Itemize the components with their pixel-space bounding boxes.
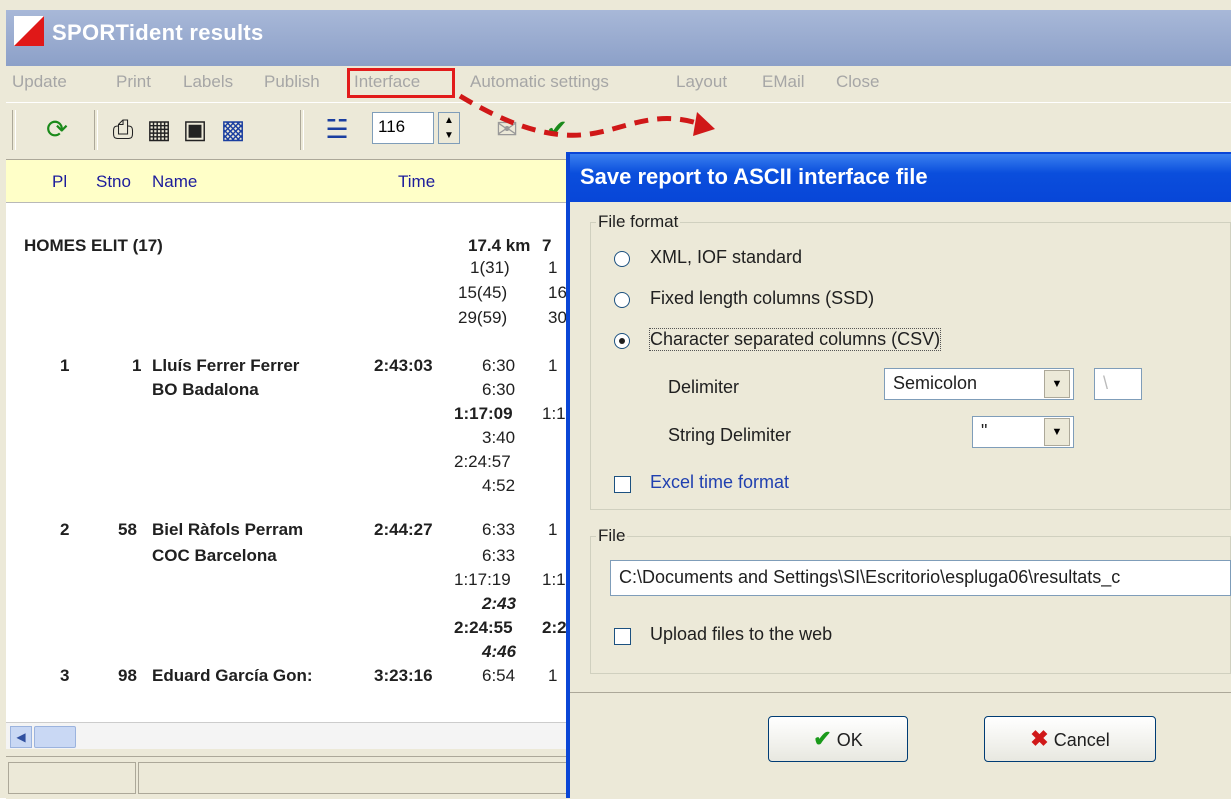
split-time: 2:24:57	[454, 452, 511, 471]
radio-fixed[interactable]	[614, 292, 630, 308]
col-stno[interactable]: Stno	[96, 172, 131, 192]
option-fixed-label[interactable]: Fixed length columns (SSD)	[650, 288, 874, 309]
app-title: SPORTident results	[52, 20, 264, 45]
export-icon[interactable]: ▣	[178, 112, 212, 146]
col-name[interactable]: Name	[152, 172, 197, 192]
filter-icon[interactable]: ☱	[320, 112, 354, 146]
excel-time-checkbox[interactable]	[614, 476, 631, 493]
split-time: 2:24:55	[454, 618, 513, 637]
table-icon[interactable]: ▦	[142, 112, 176, 146]
toolbar-separator	[94, 110, 98, 150]
control-code: 16	[548, 283, 567, 302]
split-time: 6:54	[482, 666, 516, 685]
menu-update[interactable]: Update	[12, 72, 67, 92]
option-xml-label[interactable]: XML, IOF standard	[650, 247, 802, 268]
split-time: 1:1	[542, 570, 566, 589]
runner-stno: 1	[132, 356, 142, 375]
file-format-label: File format	[596, 212, 681, 232]
option-csv-label[interactable]: Character separated columns (CSV)	[648, 328, 942, 351]
split-time: 1:17:09	[454, 404, 513, 423]
scroll-thumb[interactable]	[34, 726, 76, 748]
control-code: 15(45)	[458, 283, 508, 302]
control-code: 29(59)	[458, 308, 508, 327]
runner-stno: 58	[118, 520, 137, 539]
cancel-button-label: Cancel	[1053, 730, 1110, 750]
category-distance: 17.4 km	[468, 236, 531, 255]
toolbar-separator	[300, 110, 304, 150]
menu-print[interactable]: Print	[116, 72, 151, 92]
count-spinner[interactable]: 116	[372, 112, 434, 144]
split-time: 2:2	[542, 618, 567, 637]
category-name: HOMES ELIT (17)	[24, 236, 163, 255]
string-delimiter-label: String Delimiter	[668, 425, 792, 445]
refresh-icon[interactable]: ⟳	[40, 112, 74, 146]
runner-place: 2	[60, 520, 70, 539]
radio-csv[interactable]	[614, 333, 630, 349]
highlight-box	[347, 68, 455, 98]
horizontal-scrollbar[interactable]	[6, 722, 581, 749]
upload-checkbox[interactable]	[614, 628, 631, 645]
status-pane	[138, 762, 578, 794]
split-time: 2:43	[482, 594, 517, 613]
ok-button[interactable]: ✔ OK	[768, 716, 908, 762]
radio-xml[interactable]	[614, 251, 630, 267]
publish-icon[interactable]: ▩	[216, 112, 250, 146]
runner-place: 1	[60, 356, 70, 375]
runner-name[interactable]: Biel Ràfols Perram	[152, 520, 303, 540]
split-time: 3:40	[482, 428, 516, 447]
control-code: 1(31)	[470, 258, 510, 277]
file-path-input[interactable]: C:\Documents and Settings\SI\Escritorio\…	[610, 560, 1231, 596]
menu-close[interactable]: Close	[836, 72, 879, 92]
file-label: File	[596, 526, 628, 546]
chevron-down-icon[interactable]: ▼	[1044, 418, 1070, 446]
menu-publish[interactable]: Publish	[264, 72, 320, 92]
scroll-left-icon[interactable]: ◀	[10, 726, 32, 748]
split-time: 4:46	[482, 642, 517, 661]
upload-label[interactable]: Upload files to the web	[650, 624, 832, 645]
runner-club: COC Barcelona	[152, 546, 277, 565]
runner-place: 3	[60, 666, 70, 685]
dialog-divider	[570, 692, 1231, 693]
menu-labels[interactable]: Labels	[183, 72, 233, 92]
runner-time: 3:23:16	[374, 666, 433, 685]
split-time: 1	[548, 520, 558, 539]
split-time: 6:33	[482, 546, 516, 565]
runner-club: BO Badalona	[152, 380, 259, 399]
app-logo-icon	[14, 16, 44, 46]
toolbar-separator	[12, 110, 16, 150]
delimiter-label: Delimiter	[668, 377, 740, 397]
status-pane	[8, 762, 136, 794]
dialog-title: Save report to ASCII interface file	[580, 164, 928, 189]
control-code: 30	[548, 308, 567, 327]
delimiter-custom-input[interactable]: \	[1094, 368, 1142, 400]
runner-time: 2:43:03	[374, 356, 433, 375]
category-distance-tail: 7	[542, 236, 552, 255]
split-time: 6:30	[482, 380, 516, 399]
ok-button-label: OK	[836, 730, 863, 750]
runner-time: 2:44:27	[374, 520, 433, 539]
file-group	[590, 536, 1231, 674]
excel-time-label[interactable]: Excel time format	[650, 472, 789, 493]
split-time: 4:52	[482, 476, 516, 495]
runner-stno: 98	[118, 666, 137, 685]
control-code: 1	[548, 258, 558, 277]
split-time: 1:1	[542, 404, 566, 423]
close-icon: ✖	[1030, 726, 1049, 751]
print-icon[interactable]: ⎙	[106, 112, 140, 146]
split-time: 6:30	[482, 356, 516, 375]
check-icon: ✔	[813, 726, 832, 751]
chevron-down-icon[interactable]: ▼	[1044, 370, 1070, 398]
runner-name[interactable]: Lluís Ferrer Ferrer	[152, 356, 299, 376]
cancel-button[interactable]: ✖ Cancel	[984, 716, 1156, 762]
split-time: 1	[548, 356, 558, 375]
col-pl[interactable]: Pl	[52, 172, 67, 192]
col-time[interactable]: Time	[398, 172, 435, 192]
split-time: 1	[548, 666, 558, 685]
split-time: 1:17:19	[454, 570, 511, 589]
split-time: 6:33	[482, 520, 516, 539]
menu-email[interactable]: EMail	[762, 72, 805, 92]
results-header	[6, 160, 586, 203]
runner-name[interactable]: Eduard García Gon:	[152, 666, 313, 686]
